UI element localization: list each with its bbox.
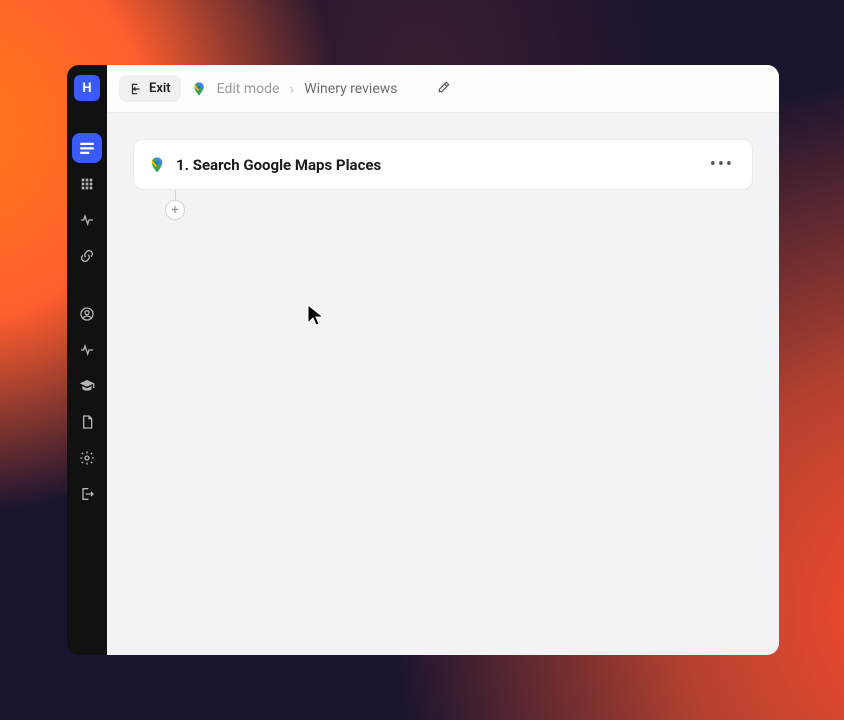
rename-button[interactable] [437,79,451,98]
graduation-cap-icon [79,378,95,394]
sidebar-item-activity[interactable] [72,335,102,365]
step-title-text: Search Google Maps Places [193,156,382,174]
sidebar-item-stats[interactable] [72,205,102,235]
sidebar-item-logout[interactable] [72,479,102,509]
activity-icon [79,342,95,358]
sidebar-item-workflows[interactable] [72,133,102,163]
app-logo-letter: H [82,81,91,96]
breadcrumb-app-icon [191,81,207,97]
logout-icon [79,486,95,502]
step-actions-button[interactable]: ••• [706,152,738,177]
grid-icon [79,176,95,192]
gear-icon [79,450,95,466]
sidebar-item-apps[interactable] [72,169,102,199]
pencil-icon [437,80,451,94]
breadcrumb-separator: › [289,79,294,98]
breadcrumb-title[interactable]: Winery reviews [304,81,397,97]
app-logo[interactable]: H [74,75,100,101]
add-step-button[interactable]: + [165,200,185,220]
google-maps-icon [191,81,207,97]
sidebar-item-settings[interactable] [72,443,102,473]
sidebar-item-learn[interactable] [72,371,102,401]
link-icon [79,248,95,264]
user-icon [79,306,95,322]
step-index: 1. [176,156,189,174]
step-card[interactable]: 1. Search Google Maps Places ••• [133,139,753,190]
mouse-cursor [304,303,334,333]
pulse-icon [79,212,95,228]
step-rail: + [165,191,185,220]
sidebar: H [67,65,107,655]
exit-button[interactable]: Exit [119,75,181,102]
topbar: Exit Edit mode › Winery reviews [107,65,779,113]
sidebar-item-docs[interactable] [72,407,102,437]
breadcrumb-mode: Edit mode [217,81,280,97]
exit-button-label: Exit [149,81,171,96]
workflow-canvas: 1. Search Google Maps Places ••• + [107,113,779,655]
exit-icon [129,82,143,96]
step-app-icon [148,156,166,174]
main-panel: Exit Edit mode › Winery reviews [107,65,779,655]
document-icon [79,414,95,430]
add-step-label: + [171,203,178,218]
sidebar-item-account[interactable] [72,299,102,329]
step-title: 1. Search Google Maps Places [176,156,696,174]
workflow-icon [78,139,96,157]
sidebar-item-connections[interactable] [72,241,102,271]
google-maps-icon [148,156,166,174]
